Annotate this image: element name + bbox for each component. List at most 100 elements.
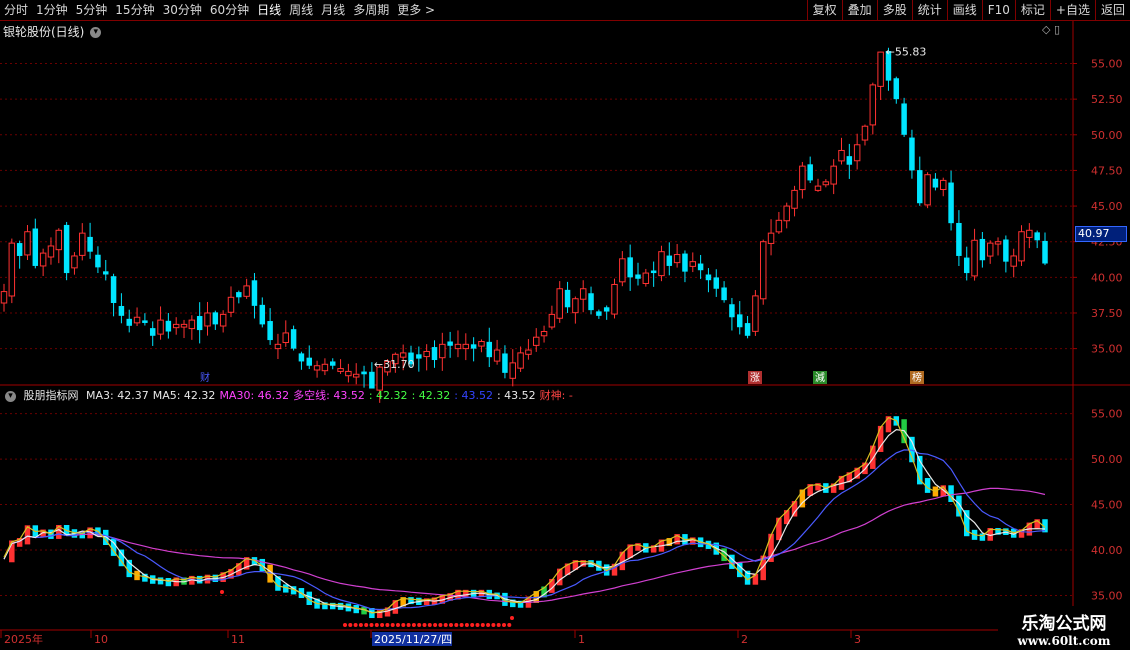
candle-body (548, 313, 556, 328)
stock-title: 银轮股份(日线) (3, 25, 85, 39)
signal-dot (417, 623, 422, 627)
main-y-tick-label: 50.00 (1091, 129, 1123, 142)
chevron-down-icon[interactable]: ▾ (5, 390, 16, 402)
candle-body (963, 257, 970, 274)
candle-body (814, 185, 822, 191)
signal-dot (443, 623, 448, 627)
toolbar-action-6[interactable]: 标记 (1014, 0, 1050, 20)
candle-body (901, 103, 907, 135)
candle-body (416, 354, 422, 359)
chart-area[interactable]: 55.0052.5050.0047.5045.0042.5040.0037.50… (0, 0, 1130, 650)
candle-body (95, 254, 101, 268)
candle-body (666, 255, 673, 266)
indicator-title: ▾ 股朋指标网 MA3: 42.37 MA5: 42.32 MA30: 46.32 多… (3, 387, 581, 403)
indicator-bar (877, 425, 884, 452)
candle-body (462, 343, 470, 350)
candle-body (329, 361, 336, 366)
window-icon[interactable]: ▯ (1054, 23, 1060, 36)
candle-body (212, 312, 219, 325)
candle-body (1026, 229, 1033, 238)
signal-dot (353, 623, 358, 627)
candle-body (0, 291, 8, 304)
period-tab-10[interactable]: 更多 > (393, 0, 439, 20)
candle-body (470, 344, 477, 349)
candle-body (227, 296, 235, 313)
toolbar-action-0[interactable]: 复权 (806, 0, 842, 20)
candle-body (893, 78, 900, 100)
main-y-tick-label: 40.00 (1091, 271, 1123, 284)
toolbar-action-1[interactable]: 叠加 (841, 0, 877, 20)
candle-body (1042, 240, 1048, 264)
period-tab-6[interactable]: 日线 (253, 0, 285, 20)
period-tab-3[interactable]: 15分钟 (111, 0, 158, 20)
toolbar-action-4[interactable]: 画线 (946, 0, 982, 20)
candle-body (611, 283, 618, 315)
candle-body (830, 165, 837, 185)
signal-dot (496, 623, 501, 627)
candle-body (274, 343, 282, 350)
indicator-value-0: MA3: 42.37 (86, 389, 149, 402)
candle-body (689, 261, 697, 267)
indicator-bar (870, 445, 876, 469)
candle-body (877, 51, 884, 87)
period-tab-8[interactable]: 月线 (317, 0, 349, 20)
candle-body (737, 314, 743, 328)
indicator-value-2: MA30: 46.32 (219, 389, 290, 402)
toolbar-action-8[interactable]: 返回 (1094, 0, 1130, 20)
main-y-tick-label: 45.00 (1091, 200, 1123, 213)
chevron-down-icon[interactable]: ▾ (90, 27, 102, 38)
period-tab-0[interactable]: 分时 (0, 0, 32, 20)
indicator-value-7: : 43.52 (496, 389, 536, 402)
period-tab-9[interactable]: 多周期 (349, 0, 393, 20)
candle-body (103, 271, 109, 275)
candle-body (838, 149, 845, 162)
indicator-name[interactable]: 股朋指标网 (24, 389, 79, 402)
indicator-bar (791, 501, 798, 517)
toolbar-action-3[interactable]: 统计 (911, 0, 947, 20)
toolbar-action-2[interactable]: 多股 (876, 0, 912, 20)
toolbar-action-7[interactable]: +自选 (1049, 0, 1095, 20)
candle-body (533, 336, 540, 346)
candle-body (282, 332, 290, 344)
signal-dot (486, 623, 491, 627)
signal-dot (491, 623, 496, 627)
candle-body (87, 236, 93, 252)
period-tab-5[interactable]: 60分钟 (206, 0, 253, 20)
candle-body (118, 305, 125, 316)
signal-dot (385, 623, 390, 627)
watermark-logo: 乐淘公式网 www.60lt.com (998, 606, 1130, 650)
candle-body (783, 205, 790, 222)
candle-body (775, 219, 783, 233)
candle-body (791, 189, 798, 209)
candle-body (642, 272, 650, 284)
candle-body (423, 350, 430, 358)
candle-body (1003, 239, 1009, 262)
main-y-tick-label: 37.50 (1091, 307, 1123, 320)
period-tab-4[interactable]: 30分钟 (159, 0, 206, 20)
signal-dot (427, 623, 432, 627)
candle-body (133, 316, 141, 324)
period-tab-7[interactable]: 周线 (285, 0, 317, 20)
signal-dot (348, 623, 353, 627)
candle-body (79, 232, 86, 256)
main-chart-title[interactable]: 银轮股份(日线) ▾ (3, 23, 102, 40)
candle-body (588, 293, 594, 311)
candle-body (650, 270, 657, 274)
candle-body (204, 312, 211, 327)
candle-body (454, 343, 462, 350)
candle-body (932, 178, 939, 188)
candle-body (807, 164, 813, 181)
candle-body (321, 363, 329, 372)
x-axis-label: 2025年 (4, 632, 43, 646)
candle-body (846, 156, 853, 165)
signal-dot (374, 623, 379, 627)
candle-body (32, 228, 39, 266)
period-tab-1[interactable]: 1分钟 (32, 0, 72, 20)
diamond-icon[interactable]: ◇ (1042, 23, 1050, 36)
candle-body (172, 323, 180, 329)
period-tab-2[interactable]: 5分钟 (72, 0, 112, 20)
candle-body (439, 343, 446, 359)
candle-body (525, 349, 532, 355)
toolbar-action-5[interactable]: F10 (981, 0, 1015, 20)
indicator-y-tick-label: 55.00 (1091, 408, 1123, 421)
